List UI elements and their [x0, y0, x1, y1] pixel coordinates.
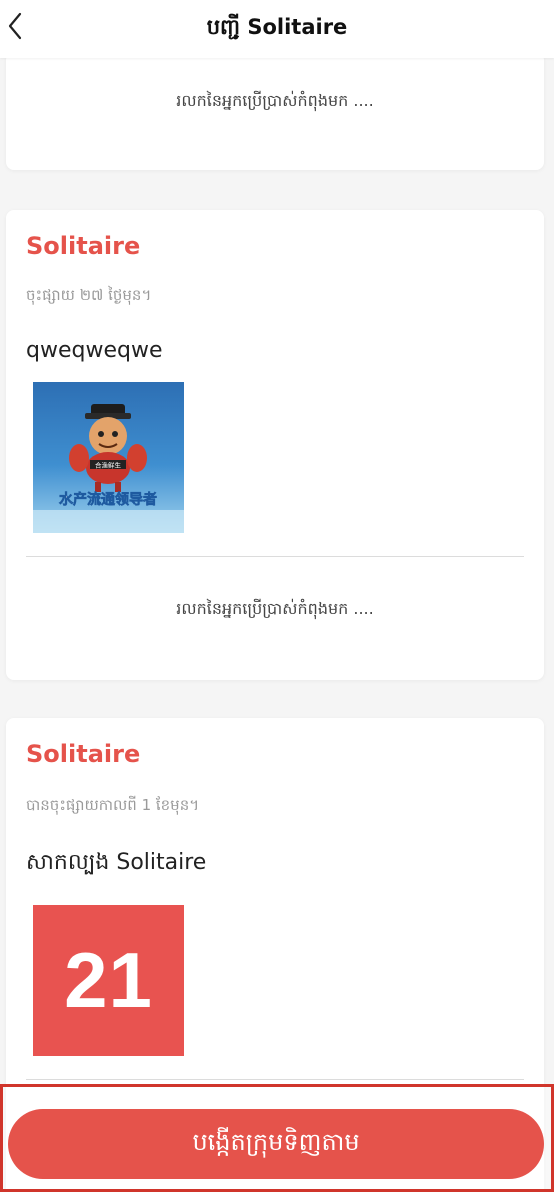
post-feed[interactable]: រលកនៃអ្នកប្រើប្រាស់កំពុងមក .... Solitair… — [0, 58, 554, 1192]
post-title[interactable]: Solitaire — [26, 232, 140, 260]
comments-loading-text: រលកនៃអ្នកប្រើប្រាស់កំពុងមក .... — [176, 599, 374, 618]
post-image-21[interactable]: 21 — [33, 905, 184, 1056]
post-time: ចុះផ្សាយ ២៧ ថ្ងៃមុន។ — [26, 286, 152, 304]
post-card: រលកនៃអ្នកប្រើប្រាស់កំពុងមក .... — [6, 58, 544, 170]
comments-loading-text: រលកនៃអ្នកប្រើប្រាស់កំពុងមក .... — [176, 91, 374, 110]
post-body-text: សាកល្បង Solitaire — [26, 850, 207, 875]
top-nav-bar: បញ្ជី Solitaire — [0, 0, 554, 58]
post-image-text: 21 — [64, 936, 153, 1024]
post-card: Solitaire ចុះផ្សាយ ២៧ ថ្ងៃមុន។ qweqweqwe — [6, 210, 544, 680]
post-image-seafood-mascot[interactable]: 合渔鲜生 水产流通领导者 — [33, 382, 184, 533]
post-time: បានចុះផ្សាយកាលពី 1 ខែមុន។ — [26, 796, 200, 814]
page-title: បញ្ជី Solitaire — [206, 15, 348, 39]
svg-text:水产流通领导者: 水产流通领导者 — [59, 491, 157, 508]
post-title[interactable]: Solitaire — [26, 740, 140, 768]
post-body-text: qweqweqwe — [26, 338, 163, 363]
seafood-mascot-image: 合渔鲜生 水产流通领导者 — [33, 382, 184, 533]
create-group-buy-button[interactable]: បង្កើតក្រុមទិញតាម — [8, 1109, 544, 1179]
bottom-action-bar: បង្កើតក្រុមទិញតាម — [0, 1084, 554, 1192]
divider — [26, 1079, 524, 1080]
svg-text:合渔鲜生: 合渔鲜生 — [95, 461, 122, 470]
divider — [26, 556, 524, 557]
